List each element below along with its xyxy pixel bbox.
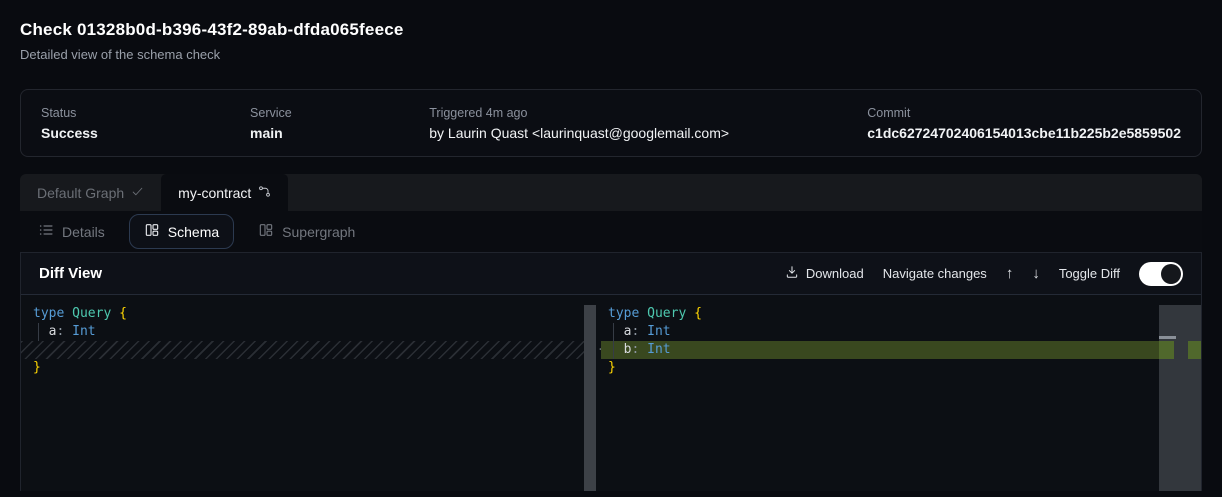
tab-default-graph-label: Default Graph (37, 185, 124, 201)
contract-route-icon (258, 185, 271, 201)
indent-guide (613, 323, 614, 359)
panels-icon (144, 222, 160, 241)
diff-view-card: Diff View Download Navigate changes ↑ ↓ … (20, 252, 1202, 491)
diff-original-pane[interactable]: type Query { a: Int } (21, 295, 584, 491)
commit-label: Commit (867, 106, 1181, 120)
tab-default-graph[interactable]: Default Graph (20, 174, 161, 211)
added-code-line: b: Int (601, 341, 1159, 359)
code-line: type Query { (608, 305, 1159, 323)
ruler-added-mark (1159, 341, 1174, 359)
tab-schema[interactable]: Schema (129, 214, 234, 249)
removed-line-placeholder (21, 341, 584, 359)
tab-schema-label: Schema (168, 224, 219, 240)
tab-my-contract[interactable]: my-contract (161, 174, 288, 211)
check-icon (131, 185, 144, 201)
graph-tabs: Default Graph my-contract (20, 174, 1202, 211)
diff-overview-ruler[interactable] (1159, 305, 1201, 491)
indent-guide (38, 323, 39, 341)
code-line: a: Int (33, 323, 584, 341)
diff-modified-pane[interactable]: type Query { a: Int b: Int } (601, 295, 1159, 491)
next-change-button[interactable]: ↓ (1032, 265, 1040, 282)
code-line: type Query { (33, 305, 584, 323)
contract-panel: Details Schema Supergraph Diff View (20, 211, 1202, 491)
download-label: Download (806, 266, 864, 281)
ruler-slider (1159, 336, 1176, 339)
status-value: Success (41, 125, 250, 141)
tab-supergraph[interactable]: Supergraph (258, 222, 355, 241)
diff-view-title: Diff View (39, 265, 102, 282)
summary-field-commit: Commit c1dc62724702406154013cbe11b225b2e… (867, 106, 1181, 141)
code-line: } (33, 359, 584, 377)
download-icon (785, 265, 799, 282)
download-button[interactable]: Download (785, 265, 864, 282)
summary-field-service: Service main (250, 106, 429, 141)
navigate-changes-label: Navigate changes (883, 266, 987, 281)
view-tabs: Details Schema Supergraph (20, 211, 1202, 252)
toggle-diff-label: Toggle Diff (1059, 266, 1120, 281)
page-title: Check 01328b0d-b396-43f2-89ab-dfda065fee… (20, 20, 1202, 40)
panels-icon (258, 222, 274, 241)
commit-value: c1dc62724702406154013cbe11b225b2e5859502 (867, 125, 1181, 141)
ruler-added-mark (1188, 341, 1201, 359)
toggle-knob (1161, 264, 1181, 284)
previous-change-button[interactable]: ↑ (1006, 265, 1014, 282)
triggered-value: by Laurin Quast <laurinquast@googlemail.… (429, 125, 867, 141)
left-pane-scrollbar[interactable] (584, 305, 596, 491)
diff-controls: Download Navigate changes ↑ ↓ Toggle Dif… (785, 262, 1183, 286)
check-summary-card: Status Success Service main Triggered 4m… (20, 89, 1202, 157)
triggered-label: Triggered 4m ago (429, 106, 867, 120)
page-subtitle: Detailed view of the schema check (20, 47, 1202, 62)
diff-view-header: Diff View Download Navigate changes ↑ ↓ … (21, 253, 1201, 295)
toggle-diff-switch[interactable] (1139, 262, 1183, 286)
list-icon (38, 222, 54, 241)
summary-field-status: Status Success (41, 106, 250, 141)
summary-field-triggered: Triggered 4m ago by Laurin Quast <laurin… (429, 106, 867, 141)
tab-supergraph-label: Supergraph (282, 224, 355, 240)
schema-check-page: Check 01328b0d-b396-43f2-89ab-dfda065fee… (0, 0, 1222, 491)
code-line: a: Int (608, 323, 1159, 341)
code-line: } (608, 359, 1159, 377)
tab-details-label: Details (62, 224, 105, 240)
schema-diff-editor: type Query { a: Int } + type Query { a: … (21, 295, 1201, 491)
tab-my-contract-label: my-contract (178, 185, 251, 201)
service-label: Service (250, 106, 429, 120)
status-label: Status (41, 106, 250, 120)
page-header: Check 01328b0d-b396-43f2-89ab-dfda065fee… (20, 0, 1202, 62)
service-value: main (250, 125, 429, 141)
tab-details[interactable]: Details (38, 222, 105, 241)
